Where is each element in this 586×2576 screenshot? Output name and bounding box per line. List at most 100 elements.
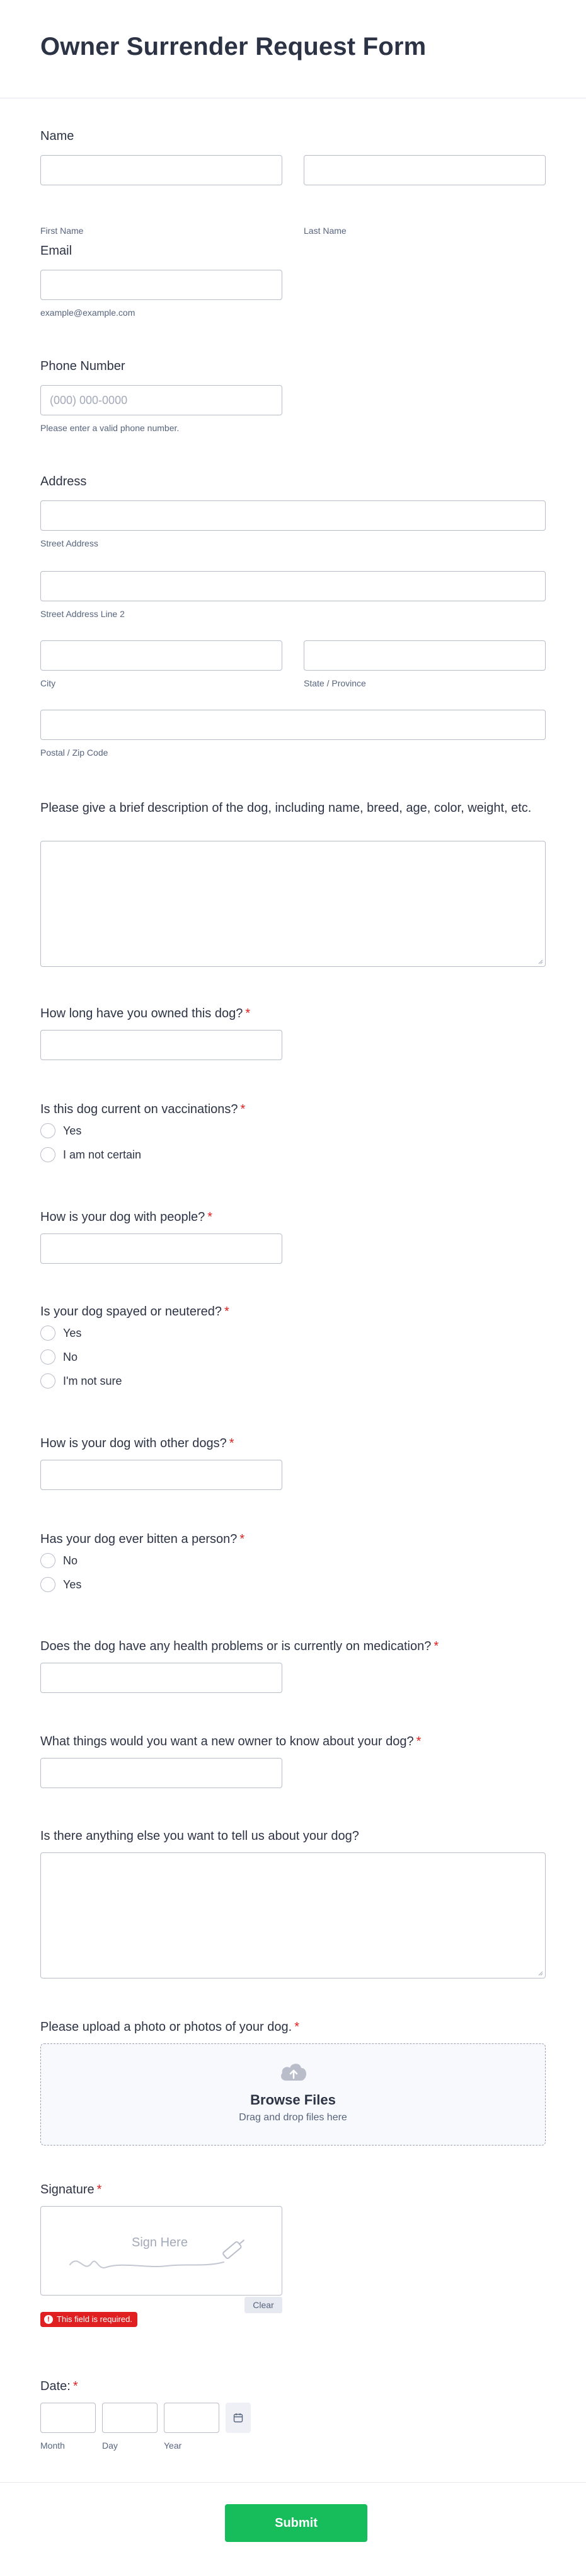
submit-button[interactable]: Submit — [225, 2504, 367, 2542]
calendar-button[interactable] — [226, 2403, 251, 2433]
phone-field: Phone Number (000) 000-0000 Please enter… — [40, 359, 546, 434]
owned-input[interactable] — [40, 1030, 282, 1060]
first-name-input[interactable] — [40, 155, 282, 185]
address-label: Address — [40, 475, 87, 488]
bitten-option-yes[interactable]: Yes — [40, 1577, 81, 1592]
phone-input[interactable]: (000) 000-0000 — [40, 385, 282, 415]
year-input[interactable] — [164, 2403, 219, 2433]
description-field: Please give a brief description of the d… — [40, 800, 546, 971]
city-sublabel: City — [40, 678, 56, 688]
spayed-option-yes[interactable]: Yes — [40, 1326, 81, 1341]
name-label: Name — [40, 129, 74, 143]
required-marker: * — [416, 1735, 422, 1748]
upload-label-text: Please upload a photo or photos of your … — [40, 2020, 292, 2034]
owned-label-text: How long have you owned this dog? — [40, 1007, 243, 1020]
radio-button[interactable] — [40, 1147, 55, 1162]
radio-label: No — [63, 1554, 78, 1567]
email-sublabel: example@example.com — [40, 308, 135, 318]
form-header: Owner Surrender Request Form — [0, 0, 586, 98]
clear-signature-button[interactable]: Clear — [244, 2297, 282, 2313]
radio-label: I'm not sure — [63, 1374, 122, 1387]
resize-handle-icon[interactable] — [537, 1970, 543, 1976]
radio-label: Yes — [63, 1124, 82, 1137]
radio-button[interactable] — [40, 1373, 55, 1389]
file-upload-dropzone[interactable]: Browse Files Drag and drop files here — [40, 2043, 546, 2146]
owned-field: How long have you owned this dog? * — [40, 1006, 546, 1075]
health-input[interactable] — [40, 1663, 282, 1693]
new-owner-input[interactable] — [40, 1758, 282, 1788]
radio-button[interactable] — [40, 1553, 55, 1568]
required-marker: * — [294, 2020, 299, 2034]
radio-button[interactable] — [40, 1577, 55, 1592]
phone-label: Phone Number — [40, 359, 125, 373]
description-label: Please give a brief description of the d… — [40, 801, 532, 815]
last-name-input[interactable] — [304, 155, 546, 185]
phone-placeholder: (000) 000-0000 — [50, 394, 128, 407]
required-marker: * — [96, 2183, 102, 2197]
date-label: Date: * — [40, 2379, 546, 2394]
radio-label: I am not certain — [63, 1148, 142, 1161]
radio-button[interactable] — [40, 1326, 55, 1341]
name-field: Name First Name Last Name — [40, 129, 546, 236]
required-marker: * — [245, 1007, 251, 1020]
required-marker: * — [207, 1210, 213, 1224]
vaccinations-label: Is this dog current on vaccinations? * — [40, 1102, 546, 1118]
month-input[interactable] — [40, 2403, 96, 2433]
last-name-sublabel: Last Name — [304, 226, 347, 236]
radio-label: Yes — [63, 1326, 82, 1339]
signature-pad[interactable]: Sign Here — [40, 2206, 282, 2296]
vaccinations-option-yes[interactable]: Yes — [40, 1123, 81, 1138]
state-input[interactable] — [304, 640, 546, 671]
required-marker: * — [434, 1639, 439, 1653]
email-field: Email example@example.com — [40, 243, 546, 319]
spayed-option-not-sure[interactable]: I'm not sure — [40, 1373, 122, 1389]
browse-files-title[interactable]: Browse Files — [41, 2092, 545, 2108]
date-field: Date: * Month Day Year — [40, 2379, 546, 2467]
drag-drop-hint: Drag and drop files here — [239, 2112, 347, 2123]
anything-else-textarea[interactable] — [40, 1852, 546, 1978]
signature-label-text: Signature — [40, 2183, 95, 2197]
street-address-line2-input[interactable] — [40, 571, 546, 601]
new-owner-field: What things would you want a new owner t… — [40, 1734, 546, 1803]
error-message: This field is required. — [57, 2314, 132, 2324]
day-input[interactable] — [102, 2403, 158, 2433]
required-marker: * — [240, 1102, 246, 1116]
health-label-text: Does the dog have any health problems or… — [40, 1639, 432, 1653]
spayed-label-text: Is your dog spayed or neutered? — [40, 1305, 222, 1319]
required-marker: * — [239, 1532, 245, 1546]
bitten-label-text: Has your dog ever bitten a person? — [40, 1532, 238, 1546]
owned-label: How long have you owned this dog? * — [40, 1006, 546, 1022]
description-textarea[interactable] — [40, 841, 546, 967]
vaccinations-field: Is this dog current on vaccinations? * Ye… — [40, 1102, 546, 1177]
people-field: How is your dog with people? * — [40, 1210, 546, 1279]
radio-label: No — [63, 1350, 78, 1363]
bitten-option-no[interactable]: No — [40, 1553, 78, 1568]
spayed-field: Is your dog spayed or neutered? * Yes No … — [40, 1304, 546, 1399]
spayed-option-no[interactable]: No — [40, 1349, 78, 1365]
bitten-label: Has your dog ever bitten a person? * — [40, 1532, 546, 1547]
city-input[interactable] — [40, 640, 282, 671]
street-address-input[interactable] — [40, 500, 546, 531]
new-owner-label-text: What things would you want a new owner t… — [40, 1735, 414, 1748]
radio-button[interactable] — [40, 1349, 55, 1365]
bitten-field: Has your dog ever bitten a person? * No Y… — [40, 1532, 546, 1607]
radio-label: Yes — [63, 1578, 82, 1591]
radio-button[interactable] — [40, 1123, 55, 1138]
vaccinations-label-text: Is this dog current on vaccinations? — [40, 1102, 238, 1116]
other-dogs-input[interactable] — [40, 1460, 282, 1490]
anything-else-field: Is there anything else you want to tell … — [40, 1828, 546, 1986]
vaccinations-option-not-certain[interactable]: I am not certain — [40, 1147, 141, 1162]
other-dogs-label: How is your dog with other dogs? * — [40, 1436, 546, 1452]
upload-field: Please upload a photo or photos of your … — [40, 2019, 546, 2152]
year-sublabel: Year — [164, 2440, 182, 2451]
resize-handle-icon[interactable] — [537, 958, 543, 964]
zip-input[interactable] — [40, 710, 546, 740]
people-input[interactable] — [40, 1233, 282, 1264]
anything-else-label: Is there anything else you want to tell … — [40, 1829, 359, 1843]
required-marker: * — [224, 1305, 229, 1319]
zip-sublabel: Postal / Zip Code — [40, 748, 108, 758]
form-footer: Submit — [0, 2482, 586, 2576]
street-address-line2-sublabel: Street Address Line 2 — [40, 609, 125, 619]
email-input[interactable] — [40, 270, 282, 300]
health-label: Does the dog have any health problems or… — [40, 1639, 546, 1655]
